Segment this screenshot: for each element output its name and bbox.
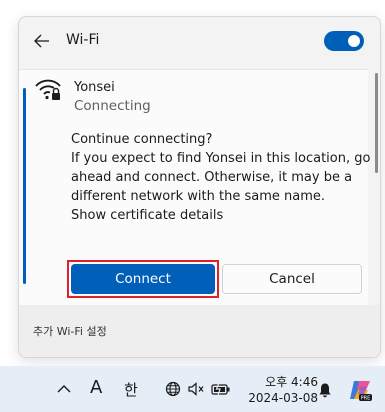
chevron-up-icon[interactable] [57,384,71,394]
cancel-button[interactable]: Cancel [222,264,362,294]
wifi-flyout: Wi-Fi Yonsei Connecting Continue connect… [18,16,381,358]
arrow-left-icon [34,34,49,48]
page-title: Wi-Fi [66,32,100,48]
input-language-indicator[interactable]: 한 [124,379,138,400]
message-line: Continue connecting? [71,132,213,147]
selection-indicator [23,88,26,284]
wifi-toggle[interactable] [324,31,364,51]
toggle-knob [348,35,360,47]
input-mode-indicator[interactable]: A [90,377,102,398]
message-line: different network with the same name. [71,189,325,204]
scrollbar[interactable] [375,73,378,173]
connect-button[interactable]: Connect [71,264,215,294]
connect-message: Continue connecting? If you expect to fi… [71,130,371,225]
message-line: ahead and connect. Otherwise, it may be … [71,170,353,185]
taskbar: A 한 오후 4:46 2024-03-08 PRE [0,366,385,412]
speaker-muted-icon [188,382,204,396]
globe-icon [165,381,181,397]
network-name: Yonsei [74,80,115,95]
flyout-footer: 추가 Wi-Fi 설정 [19,305,380,357]
copilot-icon[interactable]: PRE [348,378,372,402]
network-card: Yonsei Connecting Continue connecting? I… [19,69,371,307]
clock-date[interactable]: 2024-03-08 [246,391,318,405]
more-wifi-settings-link[interactable]: 추가 Wi-Fi 설정 [33,323,107,339]
bell-icon[interactable] [318,382,332,398]
wifi-secured-icon [35,79,61,100]
message-line: If you expect to find Yonsei in this loc… [71,151,371,166]
back-button[interactable] [31,30,53,52]
flyout-header: Wi-Fi [19,17,380,65]
battery-icon [211,382,230,396]
network-status: Connecting [74,98,151,114]
clock-time[interactable]: 오후 4:46 [258,373,318,390]
show-certificate-link[interactable]: Show certificate details [71,206,363,225]
svg-text:PRE: PRE [361,396,371,402]
